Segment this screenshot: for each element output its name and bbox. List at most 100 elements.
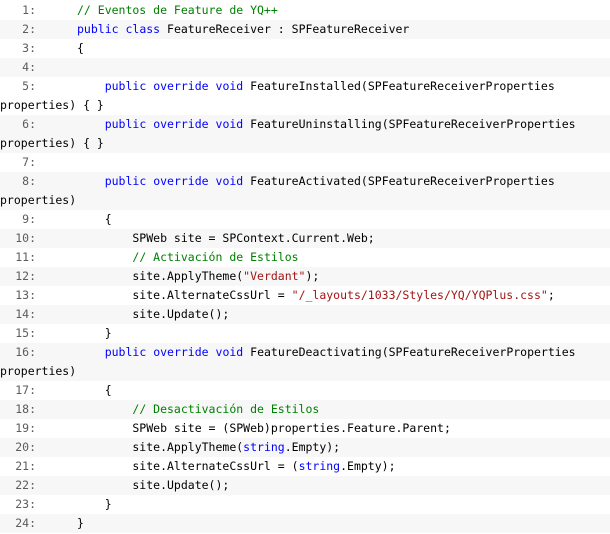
code-text: // Desactivación de Estilos <box>77 400 319 419</box>
code-line: 20: site.ApplyTheme(string.Empty); <box>0 438 610 457</box>
string-token: "/_layouts/1033/Styles/YQ/YQPlus.css" <box>291 288 548 302</box>
code-listing: 1: // Eventos de Feature de YQ++ 2: public … <box>0 0 610 534</box>
code-text: // Eventos de Feature de YQ++ <box>77 1 278 20</box>
code-token: FeatureDeactivating(SPFeatureReceiverPro… <box>243 345 576 359</box>
code-line: 5: public override void FeatureInstalled… <box>0 77 610 115</box>
code-text: site.Update(); <box>77 476 229 495</box>
code-text: public class FeatureReceiver : SPFeature… <box>77 20 409 39</box>
line-number: 8: <box>22 174 36 188</box>
code-line: 1: // Eventos de Feature de YQ++ <box>0 1 610 20</box>
code-token: site.Update(); <box>77 307 230 321</box>
keyword-token: override <box>153 345 209 359</box>
code-text: // Activación de Estilos <box>77 248 298 267</box>
code-token: FeatureReceiver : SPFeatureReceiver <box>160 22 410 36</box>
line-number: 3: <box>22 41 36 55</box>
line-number: 21: <box>15 459 36 473</box>
code-token: site.AlternateCssUrl = <box>77 288 292 302</box>
code-token: ); <box>305 269 320 283</box>
code-token: { <box>77 41 84 55</box>
keyword-token: void <box>215 174 244 188</box>
code-token: SPWeb site = (SPWeb)properties.Feature.P… <box>77 421 451 435</box>
code-token: site.Update(); <box>77 478 230 492</box>
keyword-token: public <box>104 174 147 188</box>
line-number: 22: <box>15 478 36 492</box>
line-number: 16: <box>15 345 36 359</box>
code-token: { <box>77 212 112 226</box>
keyword-token: override <box>153 117 209 131</box>
code-line: 18: // Desactivación de Estilos <box>0 400 610 419</box>
code-text: { <box>77 210 112 229</box>
code-continuation: properties) <box>0 364 77 378</box>
code-line: 9: { <box>0 210 610 229</box>
code-token: } <box>77 516 84 530</box>
code-text: site.ApplyTheme(string.Empty); <box>77 438 340 457</box>
code-token: { <box>77 383 112 397</box>
code-line: 7: <box>0 153 610 172</box>
line-number: 10: <box>15 231 36 245</box>
code-line: 13: site.AlternateCssUrl = "/_layouts/10… <box>0 286 610 305</box>
keyword-token: public <box>104 79 147 93</box>
code-continuation: properties) { } <box>0 98 104 112</box>
code-text: public override void FeatureDeactivating… <box>77 343 576 362</box>
line-number: 13: <box>15 288 36 302</box>
code-token: .Empty); <box>340 459 396 473</box>
code-token: FeatureActivated(SPFeatureReceiverProper… <box>243 174 555 188</box>
keyword-token: class <box>125 22 161 36</box>
line-number: 12: <box>15 269 36 283</box>
code-text: site.AlternateCssUrl = (string.Empty); <box>77 457 396 476</box>
code-line: 19: SPWeb site = (SPWeb)properties.Featu… <box>0 419 610 438</box>
code-text: site.Update(); <box>77 305 229 324</box>
code-line: 17: { <box>0 381 610 400</box>
code-text: { <box>77 381 112 400</box>
code-text: public override void FeatureUninstalling… <box>77 115 576 134</box>
code-continuation: properties) { } <box>0 136 104 150</box>
keyword-token: override <box>153 174 209 188</box>
line-number: 6: <box>22 117 36 131</box>
keyword-token: void <box>215 117 244 131</box>
line-number: 4: <box>22 60 36 74</box>
code-token: FeatureUninstalling(SPFeatureReceiverPro… <box>243 117 576 131</box>
code-line: 10: SPWeb site = SPContext.Current.Web; <box>0 229 610 248</box>
keyword-token: void <box>215 79 244 93</box>
code-token: site.ApplyTheme( <box>77 269 244 283</box>
string-token: "Verdant" <box>243 269 306 283</box>
keyword-token: public <box>77 22 119 36</box>
code-token: FeatureInstalled(SPFeatureReceiverProper… <box>243 79 555 93</box>
line-number: 18: <box>15 402 36 416</box>
keyword-token: string <box>243 440 285 454</box>
code-line: 6: public override void FeatureUninstall… <box>0 115 610 153</box>
comment-token: // Eventos de Feature de YQ++ <box>77 3 278 17</box>
code-line: 8: public override void FeatureActivated… <box>0 172 610 210</box>
code-line: 24:} <box>0 514 610 533</box>
keyword-token: override <box>153 79 209 93</box>
code-line: 11: // Activación de Estilos <box>0 248 610 267</box>
code-line: 23: } <box>0 495 610 514</box>
line-number: 15: <box>15 326 36 340</box>
code-text: SPWeb site = SPContext.Current.Web; <box>77 229 375 248</box>
code-line: 21: site.AlternateCssUrl = (string.Empty… <box>0 457 610 476</box>
line-number: 24: <box>15 516 36 530</box>
code-line: 2: public class FeatureReceiver : SPFeatu… <box>0 20 610 39</box>
line-number: 7: <box>22 155 36 169</box>
line-number: 11: <box>15 250 36 264</box>
code-token: SPWeb site = SPContext.Current.Web; <box>77 231 375 245</box>
line-number: 1: <box>22 3 36 17</box>
code-line: 16: public override void FeatureDeactiva… <box>0 343 610 381</box>
line-number: 2: <box>22 22 36 36</box>
code-token: } <box>77 326 112 340</box>
code-token: } <box>77 497 112 511</box>
code-token: site.ApplyTheme( <box>77 440 244 454</box>
code-text: public override void FeatureActivated(SP… <box>77 172 555 191</box>
line-number: 23: <box>15 497 36 511</box>
code-text: site.AlternateCssUrl = "/_layouts/1033/S… <box>77 286 554 305</box>
code-line: 22: site.Update(); <box>0 476 610 495</box>
code-text: } <box>77 495 112 514</box>
